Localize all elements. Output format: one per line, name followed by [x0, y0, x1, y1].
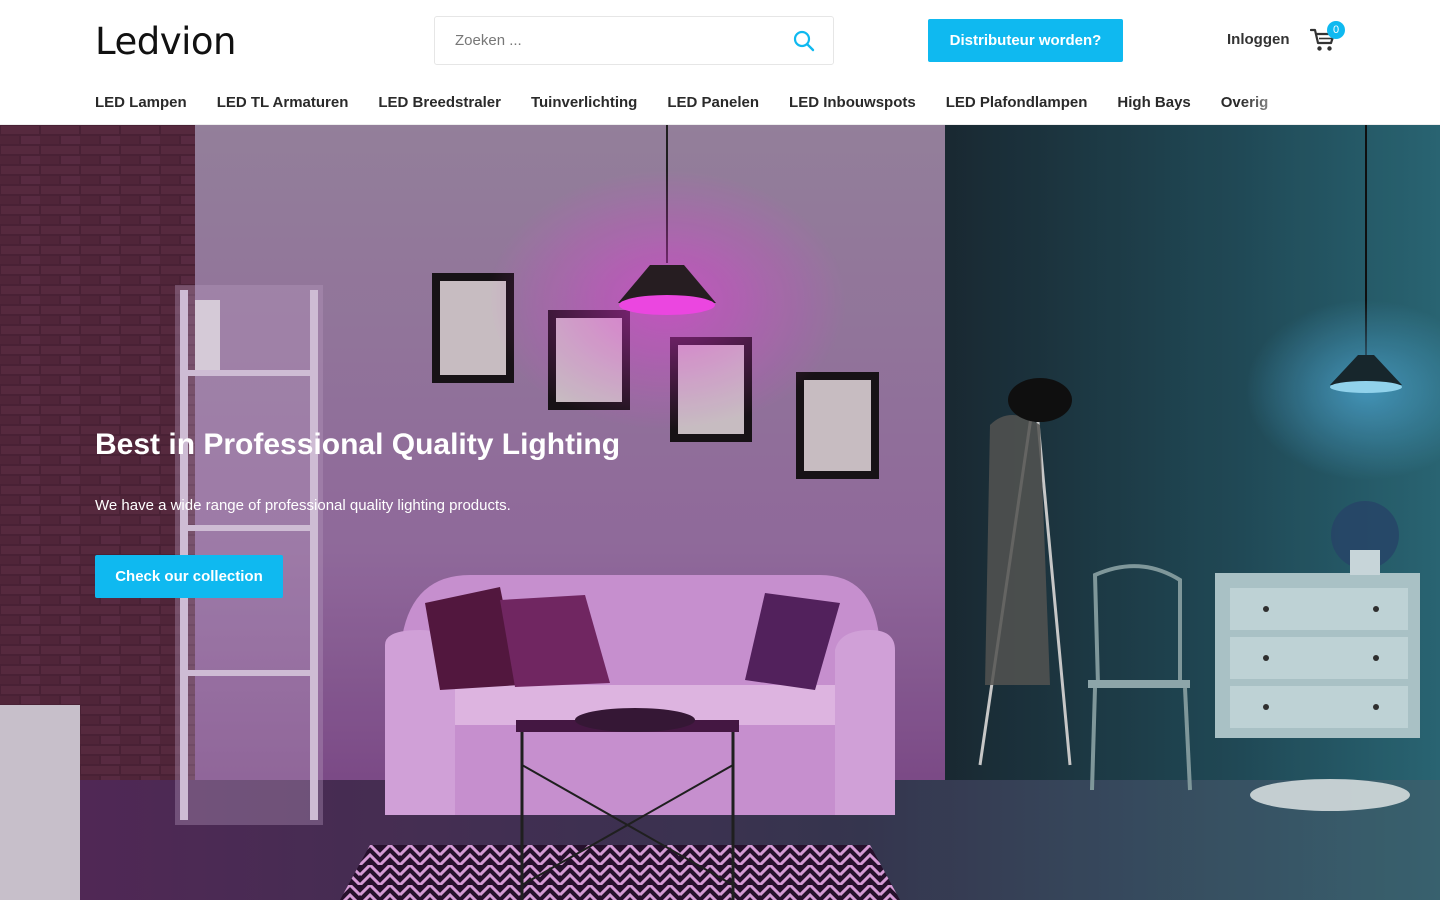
search-box — [434, 16, 834, 65]
hero-title: Best in Professional Quality Lighting — [95, 428, 621, 461]
site-header: Ledvion Distributeur worden? Inloggen 0 — [0, 0, 1440, 80]
nav-item-high-bays[interactable]: High Bays — [1117, 94, 1190, 112]
check-collection-button[interactable]: Check our collection — [95, 555, 283, 598]
nav-item-tuinverlichting[interactable]: Tuinverlichting — [531, 94, 637, 112]
nav-item-led-panelen[interactable]: LED Panelen — [667, 94, 759, 112]
search-icon[interactable] — [792, 29, 816, 53]
nav-item-led-plafondlampen[interactable]: LED Plafondlampen — [946, 94, 1088, 112]
hero-banner: Best in Professional Quality Lighting We… — [0, 125, 1440, 900]
nav-item-led-breedstraler[interactable]: LED Breedstraler — [378, 94, 501, 112]
search-input[interactable] — [435, 17, 775, 64]
cart-count-badge: 0 — [1327, 21, 1345, 39]
nav-item-led-tl-armaturen[interactable]: LED TL Armaturen — [217, 94, 349, 112]
main-nav: LED Lampen LED TL Armaturen LED Breedstr… — [0, 80, 1440, 125]
logo[interactable]: Ledvion — [95, 22, 236, 62]
nav-item-led-inbouwspots[interactable]: LED Inbouwspots — [789, 94, 916, 112]
nav-item-led-lampen[interactable]: LED Lampen — [95, 94, 187, 112]
nav-clip — [1305, 80, 1440, 124]
hero-subtitle: We have a wide range of professional qua… — [95, 497, 511, 514]
nav-list: LED Lampen LED TL Armaturen LED Breedstr… — [95, 94, 1268, 112]
distributor-button[interactable]: Distributeur worden? — [928, 19, 1123, 62]
login-link[interactable]: Inloggen — [1227, 30, 1290, 50]
